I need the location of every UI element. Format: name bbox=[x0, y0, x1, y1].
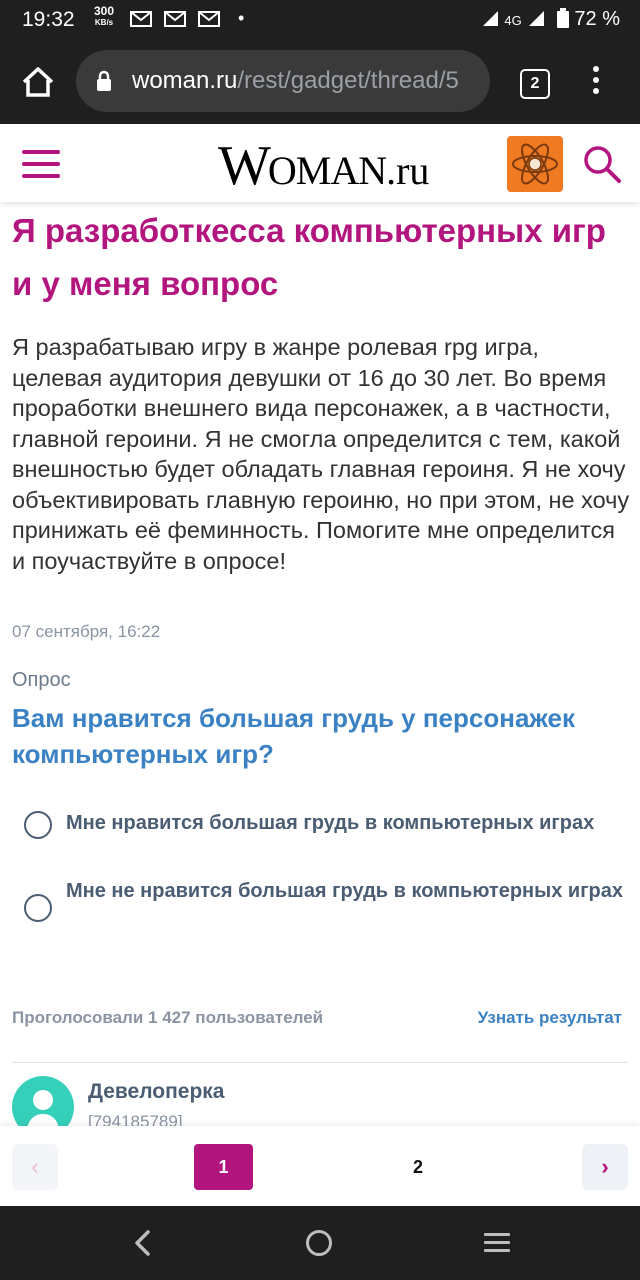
gmail-icon bbox=[198, 11, 220, 27]
more-notifications-dot-icon: • bbox=[238, 8, 245, 28]
status-time: 19:32 bbox=[22, 8, 75, 31]
browser-menu-button[interactable] bbox=[590, 66, 602, 100]
page-1-button[interactable]: 1 bbox=[194, 1144, 253, 1190]
signal-icon bbox=[529, 11, 545, 26]
tab-switcher-button[interactable]: 2 bbox=[520, 69, 550, 99]
pagination: ‹ 1 2 › bbox=[0, 1126, 640, 1206]
network-type: 4G bbox=[504, 13, 522, 28]
hamburger-menu-icon[interactable] bbox=[22, 150, 60, 186]
system-nav-bar bbox=[0, 1206, 640, 1280]
recent-apps-icon[interactable] bbox=[484, 1233, 510, 1257]
post-date: 07 сентября, 16:22 bbox=[12, 622, 161, 641]
url-path: /rest/gadget/thread/5 bbox=[237, 67, 459, 94]
status-right: 4G 72 % bbox=[481, 8, 620, 31]
radio-button[interactable] bbox=[24, 811, 52, 839]
post-body: Я разрабатываю игру в жанре ролевая rpg … bbox=[12, 334, 630, 574]
page-2-button[interactable]: 2 bbox=[396, 1144, 440, 1190]
gmail-icon bbox=[130, 11, 152, 27]
radio-button[interactable] bbox=[24, 894, 52, 922]
signal-icon bbox=[482, 11, 498, 26]
author-name[interactable]: Девелоперка bbox=[88, 1080, 224, 1104]
poll-label: Опрос bbox=[12, 669, 71, 691]
show-result-link[interactable]: Узнать результат bbox=[478, 1008, 622, 1028]
site-logo[interactable]: WOMAN.ru bbox=[218, 134, 429, 198]
poll-option-label[interactable]: Мне не нравится большая грудь в компьюте… bbox=[66, 876, 626, 907]
poll-question: Вам нравится большая грудь у персонажек … bbox=[12, 703, 575, 769]
back-icon[interactable] bbox=[130, 1226, 156, 1260]
home-circle-icon[interactable] bbox=[306, 1230, 332, 1256]
post-title: Я разработкесса компьютерных игр и у мен… bbox=[12, 212, 606, 302]
home-icon[interactable] bbox=[18, 62, 58, 102]
network-speed: 300 KB/s bbox=[94, 4, 115, 28]
network-speed-value: 300 bbox=[94, 4, 115, 18]
site-header: WOMAN.ru bbox=[0, 124, 640, 202]
poll-option-label[interactable]: Мне нравится большая грудь в компьютерны… bbox=[66, 808, 626, 839]
battery-icon bbox=[556, 8, 569, 28]
network-speed-unit: KB/s bbox=[94, 18, 114, 27]
url-text[interactable]: woman.ru/rest/gadget/thread/5 bbox=[132, 67, 459, 95]
battery-level: 72 % bbox=[574, 8, 620, 30]
next-page-button[interactable]: › bbox=[582, 1144, 628, 1190]
prev-page-button[interactable]: ‹ bbox=[12, 1144, 58, 1190]
url-domain: woman.ru bbox=[132, 67, 238, 94]
science-atom-icon[interactable] bbox=[507, 136, 563, 192]
gmail-icon bbox=[164, 11, 186, 27]
lock-icon bbox=[97, 70, 111, 91]
browser-toolbar: woman.ru/rest/gadget/thread/5 2 bbox=[0, 40, 640, 124]
divider bbox=[12, 1062, 628, 1063]
status-bar: 19:32 300 KB/s • 4G 72 % bbox=[0, 0, 640, 40]
address-bar[interactable]: woman.ru/rest/gadget/thread/5 bbox=[76, 50, 490, 112]
votes-count: Проголосовали 1 427 пользователей bbox=[12, 1008, 324, 1027]
search-icon[interactable] bbox=[582, 144, 622, 184]
